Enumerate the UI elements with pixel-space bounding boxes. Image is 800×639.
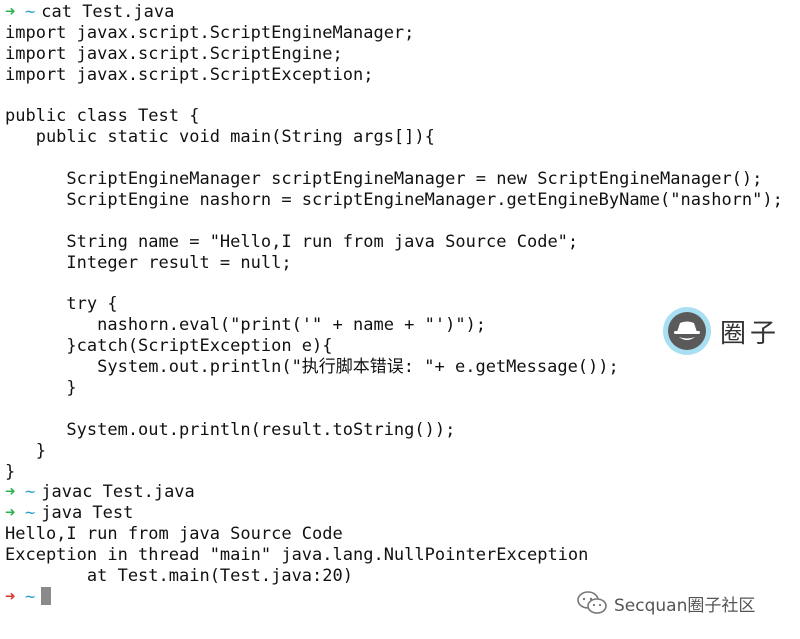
output-line: } (5, 378, 77, 399)
output-line: String name = "Hello,I run from java Sou… (5, 231, 579, 252)
output-line: ScriptEngineManager scriptEngineManager … (5, 169, 763, 190)
prompt-arrow-icon: ➜ (5, 2, 16, 22)
footer-label: Secquan圈子社区 (614, 595, 756, 616)
spy-hat-icon (663, 307, 711, 355)
prompt-arrow-icon: ➜ (5, 503, 16, 524)
command-text: javac Test.java (41, 482, 195, 503)
output-line: public static void main(String args[]){ (5, 127, 435, 148)
prompt-cwd: ~ (25, 503, 36, 524)
output-line: System.out.println(result.toString()); (5, 419, 456, 440)
prompt-line: ➜ ~ java Test (5, 503, 795, 524)
command-text: cat Test.java (41, 2, 175, 22)
output-line: } (5, 461, 16, 482)
command-text: java Test (41, 503, 134, 524)
prompt-cwd: ~ (25, 482, 36, 503)
output-line: import javax.script.ScriptException; (5, 64, 374, 85)
output-line: public class Test { (5, 106, 200, 127)
output-line: Hello,I run from java Source Code (5, 524, 343, 545)
wechat-icon (577, 591, 607, 614)
footer-watermark: Secquan圈子社区 (576, 590, 755, 616)
prompt-arrow-icon: ➜ (5, 586, 16, 607)
output-line: import javax.script.ScriptEngineManager; (5, 22, 415, 43)
prompt-arrow-icon: ➜ (5, 482, 16, 503)
prompt-cwd: ~ (25, 586, 36, 607)
output-line: System.out.println("执行脚本错误: "+ e.getMess… (5, 357, 619, 378)
output-line: Integer result = null; (5, 252, 292, 273)
watermark-label: 圈子 (720, 319, 781, 349)
terminal-output[interactable]: ➜ ~ cat Test.java import javax.script.Scrip… (5, 2, 795, 608)
text-cursor[interactable] (41, 586, 52, 605)
prompt-line: ➜ ~ javac Test.java (5, 482, 795, 503)
prompt-line: ➜ ~ cat Test.java (5, 2, 795, 23)
output-line: Exception in thread "main" java.lang.Nul… (5, 545, 589, 566)
output-line: } (5, 440, 46, 461)
prompt-cwd: ~ (25, 2, 36, 22)
output-line: import javax.script.ScriptEngine; (5, 43, 343, 64)
output-line: ScriptEngine nashorn = scriptEngineManag… (5, 190, 783, 211)
output-line: at Test.main(Test.java:20) (5, 566, 353, 587)
